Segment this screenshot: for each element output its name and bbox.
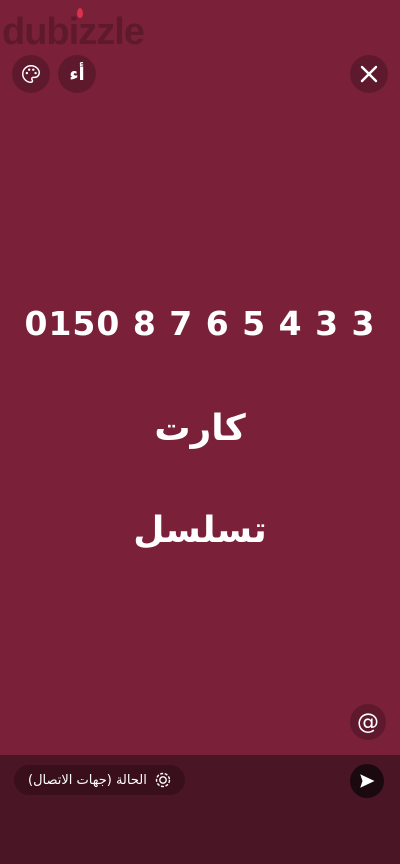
status-ring-icon [155, 772, 171, 788]
palette-icon [22, 65, 40, 83]
status-text-word2: تسلسل [133, 510, 267, 551]
font-style-button[interactable]: أء [58, 55, 96, 93]
status-audience-label: الحالة (جهات الاتصال) [28, 772, 147, 788]
palette-button[interactable] [12, 55, 50, 93]
status-text-number: 0150 8 7 6 5 4 3 3 [24, 304, 376, 343]
watermark-dot-icon [77, 8, 83, 18]
status-text-word1: كارت [154, 408, 246, 449]
status-audience-selector[interactable]: الحالة (جهات الاتصال) [14, 765, 185, 795]
send-icon [360, 774, 375, 788]
send-button[interactable] [350, 764, 384, 798]
watermark-text: dubizzle [2, 11, 145, 53]
dubizzle-watermark: dubizzle [2, 8, 145, 56]
close-icon [360, 65, 378, 83]
mention-button[interactable]: @ [350, 704, 386, 740]
at-sign-icon: @ [357, 709, 379, 735]
font-style-label: أء [69, 63, 85, 85]
close-button[interactable] [350, 55, 388, 93]
